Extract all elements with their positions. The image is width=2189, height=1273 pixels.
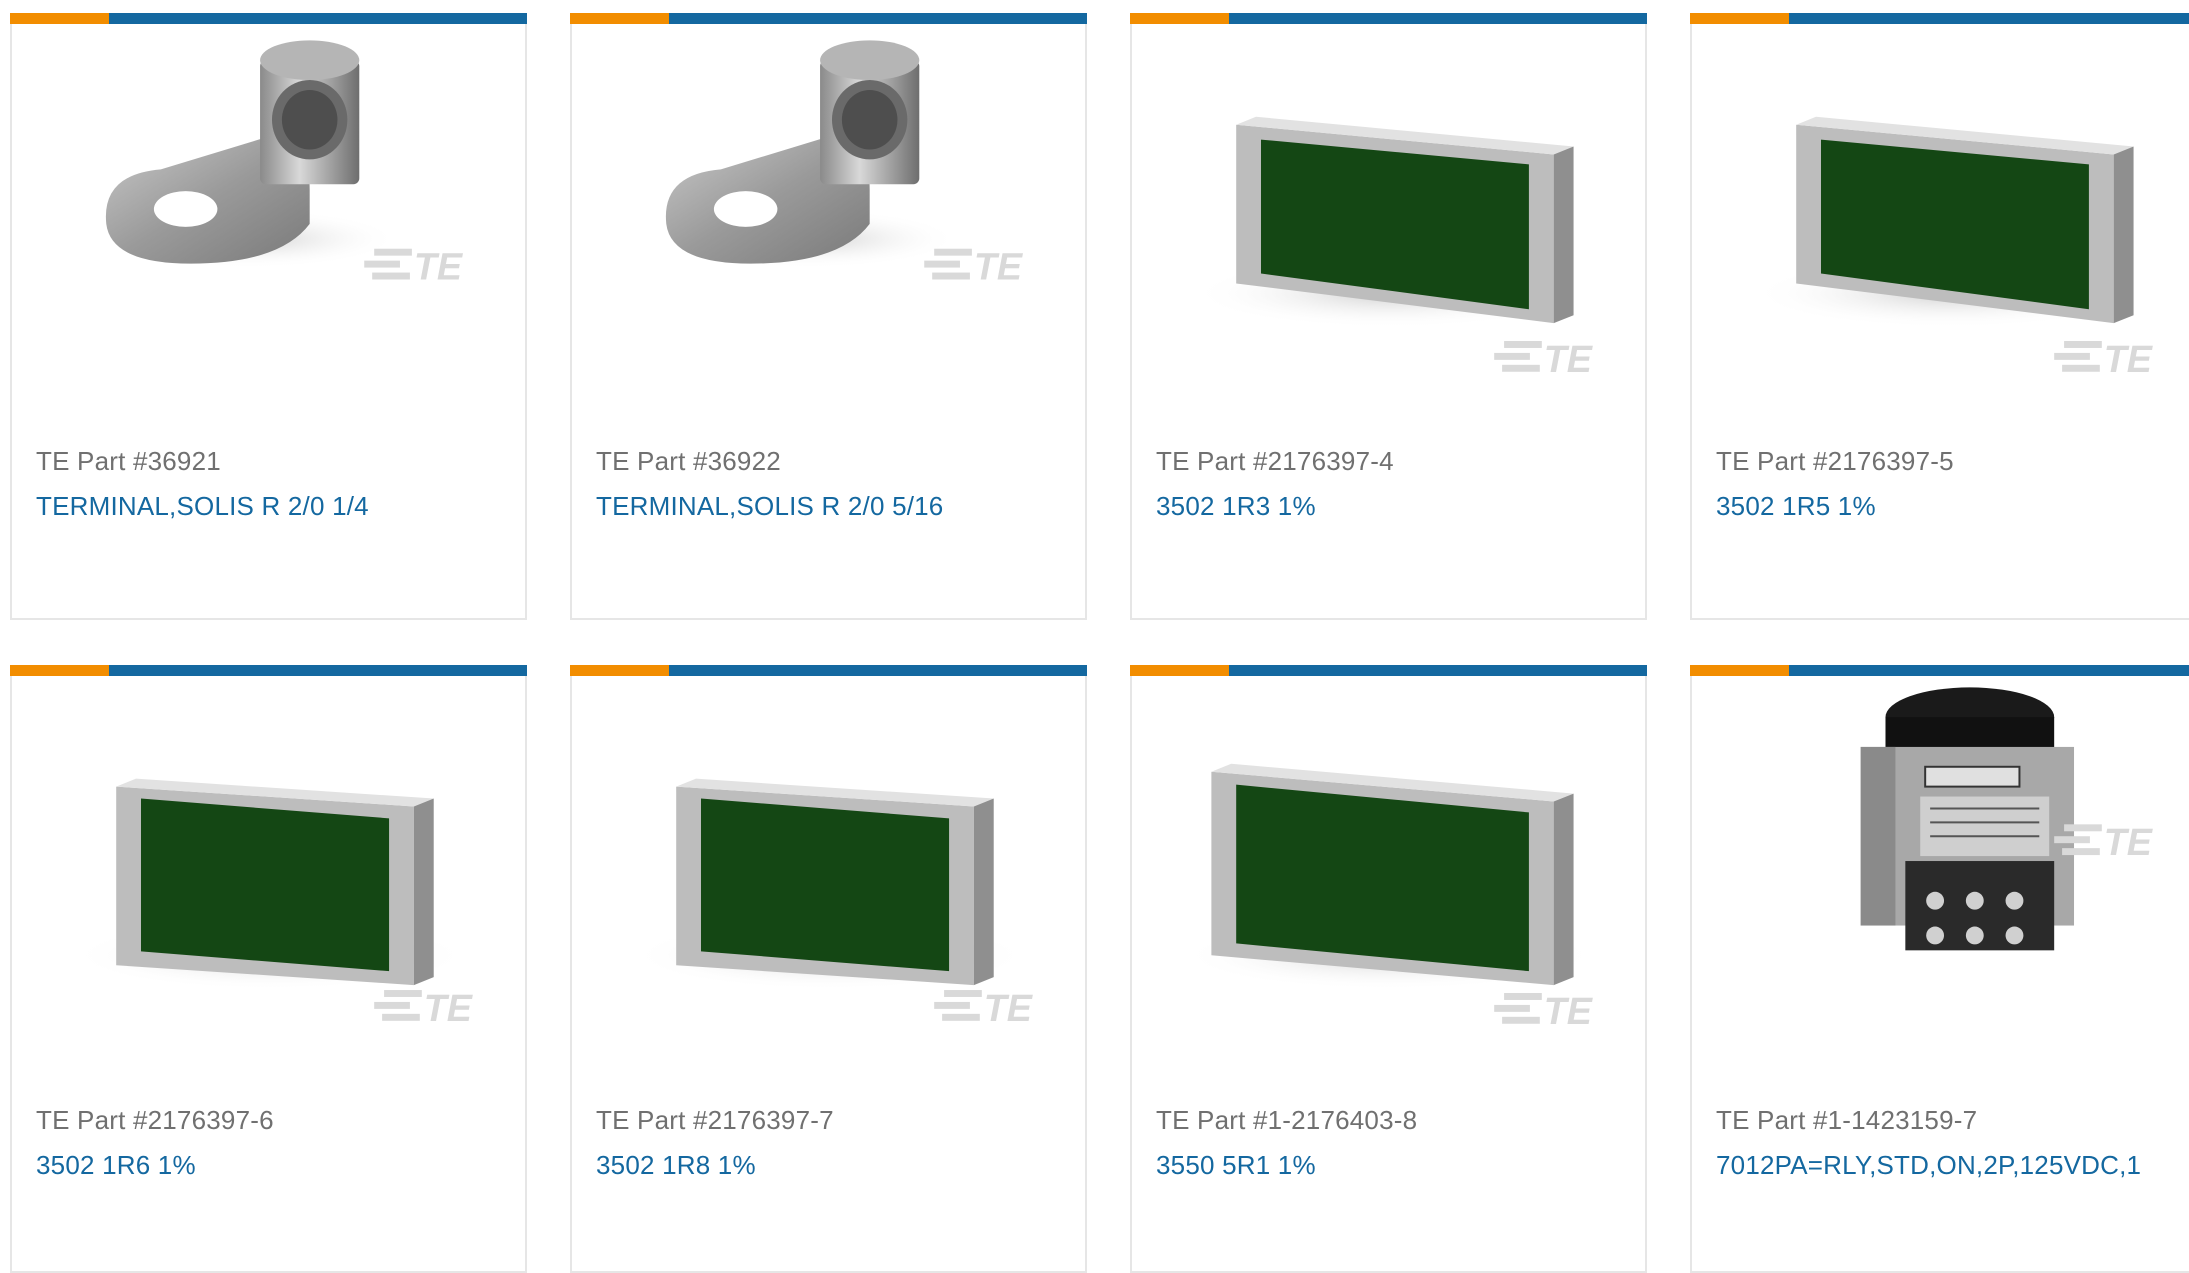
product-card[interactable]: TE Part #2176397-5 3502 1R5 1% — [1690, 13, 2189, 620]
part-number: TE Part #36922 — [596, 446, 781, 476]
product-description-link[interactable]: TERMINAL,SOLIS R 2/0 1/4 — [36, 491, 369, 522]
product-description-link[interactable]: 3502 1R3 1% — [1156, 491, 1316, 522]
product-card[interactable]: TE Part #1-1423159-7 7012PA=RLY,STD,ON,2… — [1690, 665, 2189, 1273]
product-description-link[interactable]: TERMINAL,SOLIS R 2/0 5/16 — [596, 491, 943, 522]
resistor-chip-icon[interactable] — [1132, 24, 1645, 404]
card-accent-bar — [570, 665, 1087, 676]
relay-timer-icon[interactable] — [1692, 676, 2189, 1056]
resistor-chip-icon[interactable] — [1692, 24, 2189, 404]
product-card[interactable]: TE Part #2176397-6 3502 1R6 1% — [10, 665, 527, 1273]
part-number: TE Part #36921 — [36, 446, 221, 476]
product-grid: TE Part #36921 TERMINAL,SOLIS R 2/0 1/4 … — [0, 0, 2189, 1273]
resistor-chip-icon[interactable] — [1132, 676, 1645, 1056]
product-description-link[interactable]: 3502 1R6 1% — [36, 1150, 196, 1181]
part-number: TE Part #2176397-5 — [1716, 446, 1954, 476]
resistor-chip-icon[interactable] — [572, 676, 1085, 1056]
part-number: TE Part #2176397-4 — [1156, 446, 1394, 476]
product-description-link[interactable]: 7012PA=RLY,STD,ON,2P,125VDC,1 — [1716, 1150, 2141, 1181]
card-accent-bar — [1690, 665, 2189, 676]
product-description-link[interactable]: 3502 1R5 1% — [1716, 491, 1876, 522]
product-description-link[interactable]: 3502 1R8 1% — [596, 1150, 756, 1181]
card-accent-bar — [10, 665, 527, 676]
product-card[interactable]: TE Part #36922 TERMINAL,SOLIS R 2/0 5/16 — [570, 13, 1087, 620]
part-number: TE Part #2176397-7 — [596, 1105, 834, 1135]
card-accent-bar — [570, 13, 1087, 24]
product-card[interactable]: TE Part #2176397-7 3502 1R8 1% — [570, 665, 1087, 1273]
card-accent-bar — [1130, 665, 1647, 676]
ring-terminal-icon[interactable] — [12, 24, 525, 404]
part-number: TE Part #1-2176403-8 — [1156, 1105, 1418, 1135]
product-card[interactable]: TE Part #1-2176403-8 3550 5R1 1% — [1130, 665, 1647, 1273]
card-accent-bar — [10, 13, 527, 24]
part-number: TE Part #2176397-6 — [36, 1105, 274, 1135]
card-accent-bar — [1690, 13, 2189, 24]
product-description-link[interactable]: 3550 5R1 1% — [1156, 1150, 1316, 1181]
card-accent-bar — [1130, 13, 1647, 24]
part-number: TE Part #1-1423159-7 — [1716, 1105, 1978, 1135]
product-card[interactable]: TE Part #2176397-4 3502 1R3 1% — [1130, 13, 1647, 620]
product-card[interactable]: TE Part #36921 TERMINAL,SOLIS R 2/0 1/4 — [10, 13, 527, 620]
resistor-chip-icon[interactable] — [12, 676, 525, 1056]
ring-terminal-icon[interactable] — [572, 24, 1085, 404]
